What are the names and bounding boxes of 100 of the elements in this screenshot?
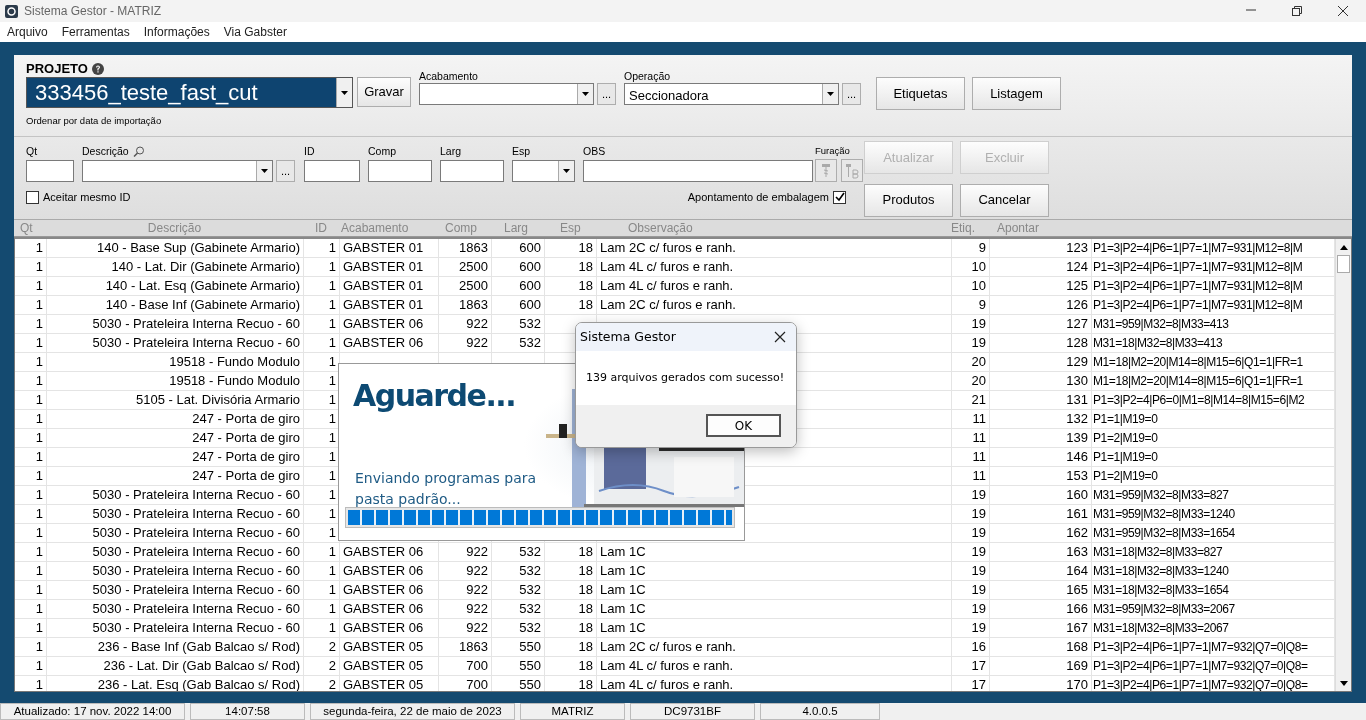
dropdown-arrow-icon[interactable] xyxy=(826,90,835,98)
close-button[interactable] xyxy=(1337,5,1349,17)
table-cell: M31=959|M32=8|M33=413 xyxy=(1093,317,1229,331)
table-cell: 18 xyxy=(578,297,593,312)
more-button[interactable]: ... xyxy=(597,83,616,105)
close-button[interactable] xyxy=(774,331,786,343)
action-button[interactable]: Cancelar xyxy=(960,183,1049,217)
ok-button[interactable]: OK xyxy=(706,414,781,437)
table-cell: 17 xyxy=(971,677,986,691)
checkbox[interactable] xyxy=(833,190,846,204)
table-cell: 1863 xyxy=(459,297,488,312)
table-cell: 153 xyxy=(1066,468,1088,483)
table-cell: 1 xyxy=(328,278,336,293)
project-label: PROJETO xyxy=(26,59,88,78)
input-field[interactable] xyxy=(304,160,360,182)
checkbox[interactable] xyxy=(26,190,39,204)
column-header: Qt xyxy=(20,221,33,235)
menu-item[interactable]: Ferramentas xyxy=(61,23,130,41)
table-cell: 18 xyxy=(578,240,593,255)
more-button[interactable]: ... xyxy=(276,160,295,182)
input-field[interactable] xyxy=(583,160,813,182)
table-cell: Lam 1C xyxy=(600,563,646,578)
table-cell: 1 xyxy=(35,544,43,559)
table-cell: 247 - Porta de giro xyxy=(192,449,300,464)
table-cell: 140 - Lat. Dir (Gabinete Armario) xyxy=(111,259,300,274)
input-field[interactable] xyxy=(440,160,504,182)
input-field[interactable] xyxy=(368,160,432,182)
dropdown-field[interactable] xyxy=(82,160,273,182)
input-field[interactable] xyxy=(26,160,74,182)
scroll-up-icon[interactable] xyxy=(1338,243,1349,251)
table-cell: 140 - Base Inf (Gabinete Armario) xyxy=(105,297,300,312)
table-cell: 922 xyxy=(466,544,488,559)
table-cell: 1 xyxy=(35,601,43,616)
field-label: Qt xyxy=(26,144,38,158)
action-button[interactable]: Produtos xyxy=(864,183,953,217)
project-combo[interactable]: 333456_teste_fast_cut xyxy=(26,77,353,108)
table-cell: 1 xyxy=(35,392,43,407)
scrollbar-track[interactable] xyxy=(1335,239,1351,691)
table-cell: GABSTER 01 xyxy=(343,240,424,255)
column-header: Esp xyxy=(560,221,581,235)
table-cell: 1 xyxy=(328,449,336,464)
table-cell: M31=959|M32=8|M33=1240 xyxy=(1093,507,1235,521)
table-cell: 532 xyxy=(519,563,541,578)
table-cell: 550 xyxy=(519,677,541,691)
splash-message: Enviando programas para pasta padrão... xyxy=(355,469,538,509)
dropdown-arrow-icon[interactable] xyxy=(260,167,269,175)
table-cell: 18 xyxy=(578,639,593,654)
table-cell: 550 xyxy=(519,639,541,654)
search-icon[interactable] xyxy=(132,145,144,157)
status-field: segunda-feira, 22 de maio de 2023 xyxy=(310,703,515,720)
table-cell: GABSTER 05 xyxy=(343,639,424,654)
dropdown-arrow-icon[interactable] xyxy=(562,167,571,175)
table-cell: 1 xyxy=(35,639,43,654)
table-cell: GABSTER 01 xyxy=(343,297,424,312)
dropdown-field[interactable] xyxy=(512,160,575,182)
table-cell: GABSTER 06 xyxy=(343,544,424,559)
table-cell: 5030 - Prateleira Interna Recuo - 60 xyxy=(92,316,300,331)
menu-item[interactable]: Via Gabster xyxy=(223,23,287,41)
table-cell: 18 xyxy=(578,259,593,274)
table-cell: 9 xyxy=(978,240,986,255)
scroll-down-icon[interactable] xyxy=(1338,679,1349,687)
menu-item[interactable]: Informações xyxy=(143,23,210,41)
table-cell: 1 xyxy=(328,506,336,521)
table-cell: 2500 xyxy=(459,278,488,293)
table-cell: 247 - Porta de giro xyxy=(192,468,300,483)
table-cell: 600 xyxy=(519,297,541,312)
table-cell: P1=3|P2=4|P6=1|P7=1|M7=931|M12=8|M xyxy=(1093,279,1303,293)
table-cell: Lam 4L c/ furos e ranh. xyxy=(600,259,734,274)
column-header: Apontar xyxy=(997,221,1040,235)
table-cell: 5030 - Prateleira Interna Recuo - 60 xyxy=(92,601,300,616)
save-button[interactable]: Gravar xyxy=(357,77,411,107)
toolbar-button[interactable]: Etiquetas xyxy=(876,77,965,110)
table-cell: M31=18|M32=8|M33=413 xyxy=(1093,336,1223,350)
table-cell: 5030 - Prateleira Interna Recuo - 60 xyxy=(92,487,300,502)
dropdown-field[interactable] xyxy=(419,83,594,105)
table-cell: 1863 xyxy=(459,240,488,255)
table-cell: 1 xyxy=(35,525,43,540)
menu-item[interactable]: Arquivo xyxy=(7,23,48,41)
table-cell: 5030 - Prateleira Interna Recuo - 60 xyxy=(92,506,300,521)
table-cell: 168 xyxy=(1066,639,1088,654)
help-icon[interactable] xyxy=(91,62,104,75)
dropdown-field[interactable]: Seccionadora xyxy=(624,83,839,105)
table-cell: 1 xyxy=(35,563,43,578)
more-button[interactable]: ... xyxy=(842,83,861,105)
table-cell: P1=3|P2=4|P6=1|P7=1|M7=931|M12=8|M xyxy=(1093,298,1303,312)
toolbar-button[interactable]: Listagem xyxy=(972,77,1061,110)
field-label: Acabamento xyxy=(419,69,479,83)
restore-button[interactable] xyxy=(1291,5,1303,17)
table-cell: GABSTER 06 xyxy=(343,601,424,616)
dropdown-arrow-icon[interactable] xyxy=(340,88,349,97)
table-cell: 1 xyxy=(328,259,336,274)
table-cell: 124 xyxy=(1066,259,1088,274)
table-cell: 532 xyxy=(519,582,541,597)
table-cell: 1 xyxy=(35,677,43,691)
scroll-thumb[interactable] xyxy=(1337,255,1350,273)
table-cell: 11 xyxy=(972,449,986,464)
dropdown-arrow-icon[interactable] xyxy=(581,90,590,98)
table-cell: 19 xyxy=(971,335,986,350)
table-cell: 700 xyxy=(466,677,488,691)
field-label: Larg xyxy=(440,144,461,158)
